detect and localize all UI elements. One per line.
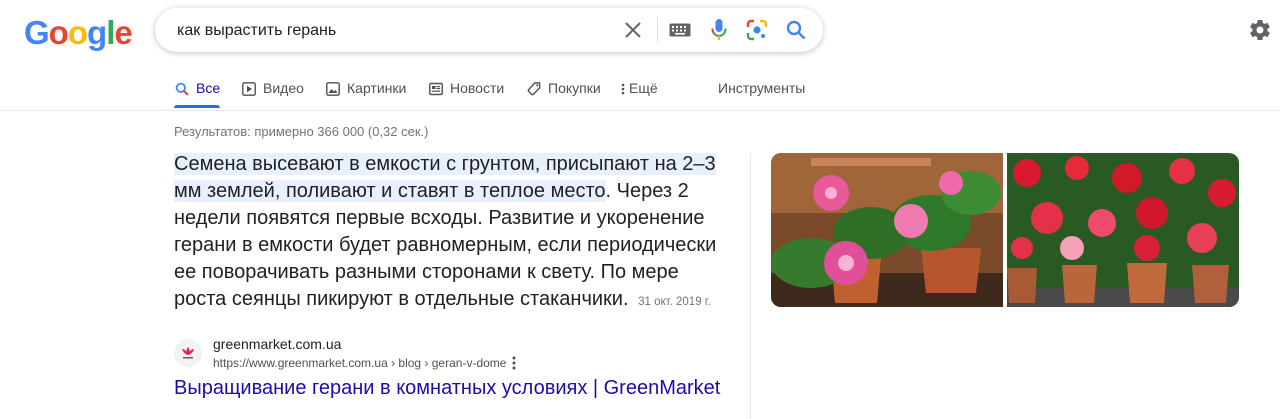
tab-shopping[interactable]: Покупки [526,80,601,110]
result-title-link[interactable]: Выращивание герани в комнатных условиях … [174,377,720,400]
google-lens-icon[interactable] [745,18,769,42]
logo-letter: G [24,14,50,51]
close-icon[interactable] [621,18,645,42]
search-input[interactable] [175,8,609,54]
snippet-date: 31 окт. 2019 г. [638,296,711,308]
logo-letter: e [114,14,132,51]
snippet-image-geranium-red[interactable] [1007,153,1239,307]
tab-images[interactable]: Картинки [325,80,406,110]
search-divider [657,17,658,43]
result-site-name[interactable]: greenmarket.com.ua [213,336,341,352]
microphone-icon[interactable] [707,18,731,42]
featured-snippet: Семена высевают в емкости с грунтом, при… [174,151,734,316]
tab-more[interactable]: Ещё [620,80,658,110]
active-tab-indicator [174,105,220,108]
tab-label: Видео [263,80,304,96]
logo-letter: o [67,14,88,51]
search-icon [174,81,190,97]
site-favicon[interactable] [174,339,202,367]
search-box [155,8,823,54]
tools-button[interactable]: Инструменты [718,80,805,110]
tab-label: Ещё [629,80,658,96]
logo-letter: o [48,14,69,51]
more-vert-icon [620,81,626,97]
google-logo[interactable]: Google [24,14,133,52]
tab-video[interactable]: Видео [241,80,304,110]
gear-icon[interactable] [1248,18,1272,42]
column-divider [750,153,751,419]
play-icon [241,81,257,97]
image-icon [325,81,341,97]
logo-letter: l [106,14,115,51]
news-icon [428,81,444,97]
tools-label: Инструменты [718,80,806,96]
snippet-image-geranium-pink[interactable] [771,153,1003,307]
result-url[interactable]: https://www.greenmarket.com.ua › blog › … [213,356,506,370]
more-vert-icon[interactable] [507,355,521,371]
tab-label: Покупки [548,80,601,96]
results-stats: Результатов: примерно 366 000 (0,32 сек.… [174,124,429,139]
search-icon[interactable] [784,18,808,42]
tab-label: Новости [450,80,505,96]
tab-news[interactable]: Новости [428,80,504,110]
header-divider [0,110,1280,111]
tab-label: Картинки [347,80,407,96]
tab-label: Все [196,80,221,96]
tag-icon [526,81,542,97]
keyboard-icon[interactable] [668,18,692,42]
logo-letter: g [87,14,107,51]
